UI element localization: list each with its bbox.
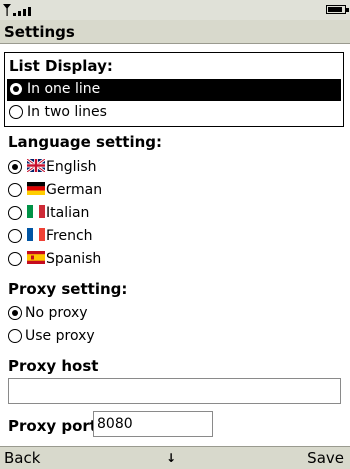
language-option-german[interactable]: German	[8, 180, 208, 202]
signal-strength-icon	[3, 4, 31, 16]
list-display-option-one-line[interactable]: In one line	[7, 79, 341, 101]
option-label: Use proxy	[25, 328, 95, 344]
option-label: In one line	[27, 81, 101, 97]
proxy-port-label: Proxy port	[8, 417, 97, 435]
proxy-host-label: Proxy host	[8, 357, 99, 375]
option-label: French	[46, 228, 93, 244]
save-softkey[interactable]: Save	[307, 449, 344, 467]
radio-selected-icon	[9, 82, 23, 96]
status-bar	[0, 0, 350, 20]
radio-unselected-icon	[9, 105, 23, 119]
option-label: German	[46, 182, 103, 198]
radio-unselected-icon	[8, 229, 22, 243]
proxy-host-input[interactable]	[8, 378, 341, 404]
option-label: No proxy	[25, 305, 88, 321]
option-label: English	[46, 159, 97, 175]
germany-flag-icon	[27, 182, 45, 195]
radio-unselected-icon	[8, 252, 22, 266]
list-display-group: List Display: In one line In two lines	[4, 52, 344, 127]
proxy-heading: Proxy setting:	[8, 280, 128, 298]
language-option-english[interactable]: English	[8, 157, 208, 179]
radio-selected-icon	[8, 306, 22, 320]
language-heading: Language setting:	[8, 133, 163, 151]
italy-flag-icon	[27, 205, 45, 218]
radio-unselected-icon	[8, 329, 22, 343]
language-option-french[interactable]: French	[8, 226, 208, 248]
softkey-bar: Back ↓ Save	[0, 446, 350, 469]
proxy-port-input[interactable]: 8080	[93, 411, 213, 437]
spain-flag-icon	[27, 251, 45, 264]
title-bar: Settings	[0, 20, 350, 44]
option-label: Spanish	[46, 251, 102, 267]
proxy-option-use-proxy[interactable]: Use proxy	[8, 326, 208, 348]
uk-flag-icon	[27, 159, 45, 172]
radio-unselected-icon	[8, 206, 22, 220]
scroll-down-arrow-icon: ↓	[166, 451, 177, 465]
battery-icon	[326, 5, 349, 14]
language-option-italian[interactable]: Italian	[8, 203, 208, 225]
radio-unselected-icon	[8, 183, 22, 197]
list-display-option-two-lines[interactable]: In two lines	[7, 102, 341, 124]
back-softkey[interactable]: Back	[4, 449, 40, 467]
option-label: Italian	[46, 205, 90, 221]
list-display-heading: List Display:	[9, 57, 113, 75]
proxy-port-value: 8080	[97, 416, 133, 432]
page-title: Settings	[4, 23, 75, 41]
radio-selected-icon	[8, 160, 22, 174]
france-flag-icon	[27, 228, 45, 241]
language-option-spanish[interactable]: Spanish	[8, 249, 208, 271]
option-label: In two lines	[27, 104, 107, 120]
proxy-option-no-proxy[interactable]: No proxy	[8, 303, 208, 325]
